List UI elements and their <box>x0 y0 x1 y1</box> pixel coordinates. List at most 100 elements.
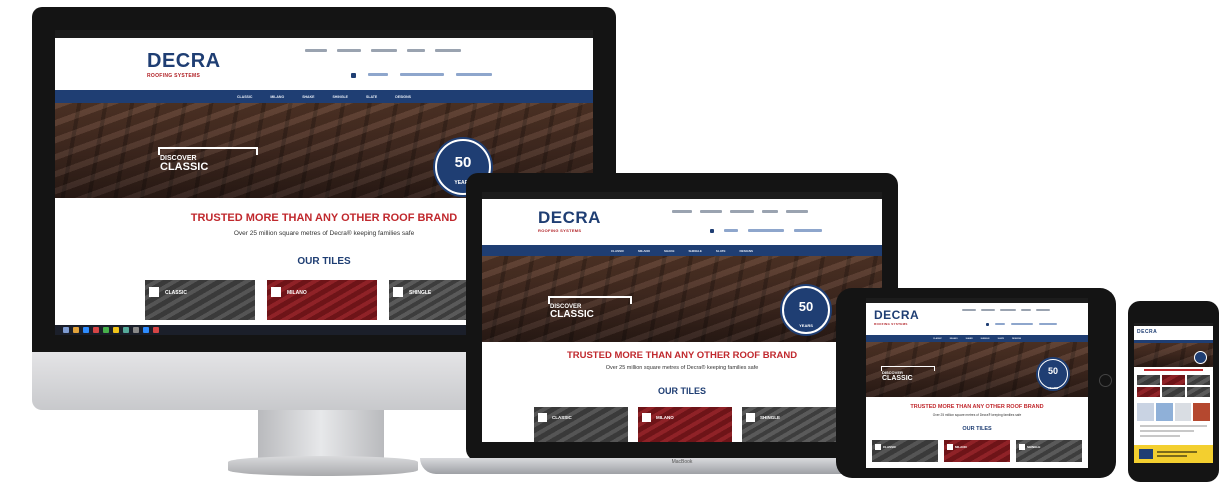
tile-card[interactable] <box>1162 375 1185 385</box>
tile-card[interactable]: MILANO <box>267 280 377 320</box>
hero-banner <box>1134 343 1213 367</box>
nav-item[interactable]: SHAKE <box>966 338 973 340</box>
logo-text: DECRA <box>1137 329 1158 335</box>
nav-item[interactable]: SHINGLE <box>981 338 990 340</box>
anniversary-badge: 50 YEARS <box>1038 359 1068 390</box>
tile-grid <box>1137 375 1210 397</box>
tile-card[interactable]: MILANO <box>638 407 732 442</box>
monitor-stand <box>258 410 384 460</box>
laptop-screen: DECRA ROOFING SYSTEMS CLASSIC MILANO SHA… <box>482 192 882 442</box>
badge-text: YEARS <box>799 323 813 328</box>
tile-label: MILANO <box>656 415 674 420</box>
site-header: DECRA ROOFING SYSTEMS <box>482 199 882 245</box>
secondary-links[interactable] <box>351 73 492 78</box>
site-logo[interactable]: DECRA ROOFING SYSTEMS <box>874 308 919 326</box>
nav-item[interactable]: SLATE <box>716 249 726 253</box>
nav-item[interactable]: DESIGNS <box>739 249 753 253</box>
site-logo[interactable]: DECRA ROOFING SYSTEMS <box>538 208 601 233</box>
tile-label: CLASSIC <box>883 445 897 449</box>
headline-bar <box>1144 369 1203 371</box>
nav-item[interactable]: SHINGLE <box>332 95 348 99</box>
tablet-screen: DECRA ROOFING SYSTEMS CLASSIC MILANO SHA… <box>866 298 1088 468</box>
subline: Over 25 million square metres of Decra® … <box>605 365 759 371</box>
headline: TRUSTED MORE THAN ANY OTHER ROOF BRAND <box>566 350 798 361</box>
nav-item[interactable]: DESIGNS <box>395 95 411 99</box>
site-header: DECRA ROOFING SYSTEMS <box>866 303 1088 335</box>
logo-text: DECRA <box>538 208 601 227</box>
tile-card[interactable] <box>1187 387 1210 397</box>
monitor-base <box>228 456 418 476</box>
nav-item[interactable]: SLATE <box>998 338 1004 340</box>
secondary-links[interactable] <box>986 323 1057 326</box>
tile-card[interactable]: SHINGLE <box>1016 440 1082 462</box>
nav-item[interactable]: MILANO <box>950 338 958 340</box>
tile-card[interactable]: SHINGLE <box>742 407 836 442</box>
section-title: OUR TILES <box>962 426 992 432</box>
hero-discover[interactable]: DISCOVER CLASSIC <box>158 147 258 173</box>
phone-screen: DECRA <box>1134 323 1213 463</box>
badge-number: 50 <box>1047 366 1058 376</box>
site-logo[interactable]: DECRA ROOFING SYSTEMS <box>147 50 221 79</box>
tile-label: MILANO <box>955 445 967 449</box>
nav-item[interactable]: SLATE <box>366 95 377 99</box>
tile-label: SHINGLE <box>760 415 781 420</box>
tile-card[interactable]: MILANO <box>944 440 1010 462</box>
site-header: DECRA <box>1134 326 1213 340</box>
hero-discover[interactable]: DISCOVER CLASSIC <box>548 296 632 320</box>
top-links[interactable] <box>305 49 461 52</box>
logo-subtitle: ROOFING SYSTEMS <box>147 73 201 79</box>
tile-card[interactable] <box>1187 375 1210 385</box>
anniversary-badge <box>1194 351 1207 364</box>
nav-item[interactable]: SHAKE <box>664 249 675 253</box>
nav-item[interactable]: SHINGLE <box>689 249 702 253</box>
tile-label: SHINGLE <box>1027 445 1041 449</box>
site-logo[interactable]: DECRA <box>1137 329 1157 335</box>
nav-item[interactable]: MILANO <box>638 249 650 253</box>
content-lines <box>1140 425 1207 437</box>
badge-text: YEARS <box>1047 386 1059 390</box>
tile-card[interactable]: CLASSIC <box>534 407 628 442</box>
badge-number: 50 <box>798 299 814 314</box>
hero-product-label: CLASSIC <box>160 161 209 173</box>
tile-label: CLASSIC <box>552 415 572 420</box>
hero-banner: DISCOVER CLASSIC 50 YEARS <box>866 342 1088 397</box>
main-nav: CLASSIC MILANO SHAKE SHINGLE SLATE DESIG… <box>866 335 1088 342</box>
site-header: DECRA ROOFING SYSTEMS <box>55 38 593 90</box>
logo-subtitle: ROOFING SYSTEMS <box>538 228 582 233</box>
anniversary-badge: 50 YEARS <box>782 286 830 334</box>
tile-card[interactable]: CLASSIC <box>872 440 938 462</box>
secondary-links[interactable] <box>710 229 822 233</box>
tile-card[interactable] <box>1137 387 1160 397</box>
badge-number: 50 <box>454 154 472 171</box>
subline: Over 25 million square metres of Decra® … <box>932 413 1022 417</box>
main-nav: CLASSIC MILANO SHAKE SHINGLE SLATE DESIG… <box>55 90 593 103</box>
nav-item[interactable]: CLASSIC <box>611 249 624 253</box>
section-title: OUR TILES <box>657 386 706 396</box>
tile-card[interactable] <box>1137 375 1160 385</box>
topbar <box>55 30 593 38</box>
hero-product-label: CLASSIC <box>882 375 913 382</box>
top-links[interactable] <box>672 210 808 213</box>
tile-grid: CLASSIC MILANO SHINGLE <box>872 440 1082 462</box>
top-links[interactable] <box>962 309 1050 311</box>
tile-grid: CLASSIC MILANO SHINGLE <box>145 280 499 320</box>
footer-banner <box>1134 445 1213 463</box>
nav-item[interactable]: SHAKE <box>302 95 314 99</box>
logo-text: DECRA <box>874 308 920 322</box>
tablet-home-button[interactable] <box>1099 374 1112 387</box>
nav-item[interactable]: MILANO <box>270 95 284 99</box>
tile-label: MILANO <box>287 290 307 296</box>
nav-item[interactable]: DESIGNS <box>1012 338 1021 340</box>
tile-card[interactable] <box>1162 387 1185 397</box>
laptop-label: MacBook <box>671 459 693 465</box>
hero-banner: DISCOVER CLASSIC 50 YEARS <box>482 256 882 342</box>
topbar <box>482 192 882 199</box>
hero-discover[interactable]: DISCOVER CLASSIC <box>881 366 935 382</box>
logo-text: DECRA <box>147 50 221 72</box>
content-strip <box>1137 403 1210 421</box>
nav-item[interactable]: CLASSIC <box>237 95 252 99</box>
tile-card[interactable]: CLASSIC <box>145 280 255 320</box>
hero-product-label: CLASSIC <box>550 309 594 320</box>
logo-subtitle: ROOFING SYSTEMS <box>874 322 908 326</box>
nav-item[interactable]: CLASSIC <box>933 338 942 340</box>
